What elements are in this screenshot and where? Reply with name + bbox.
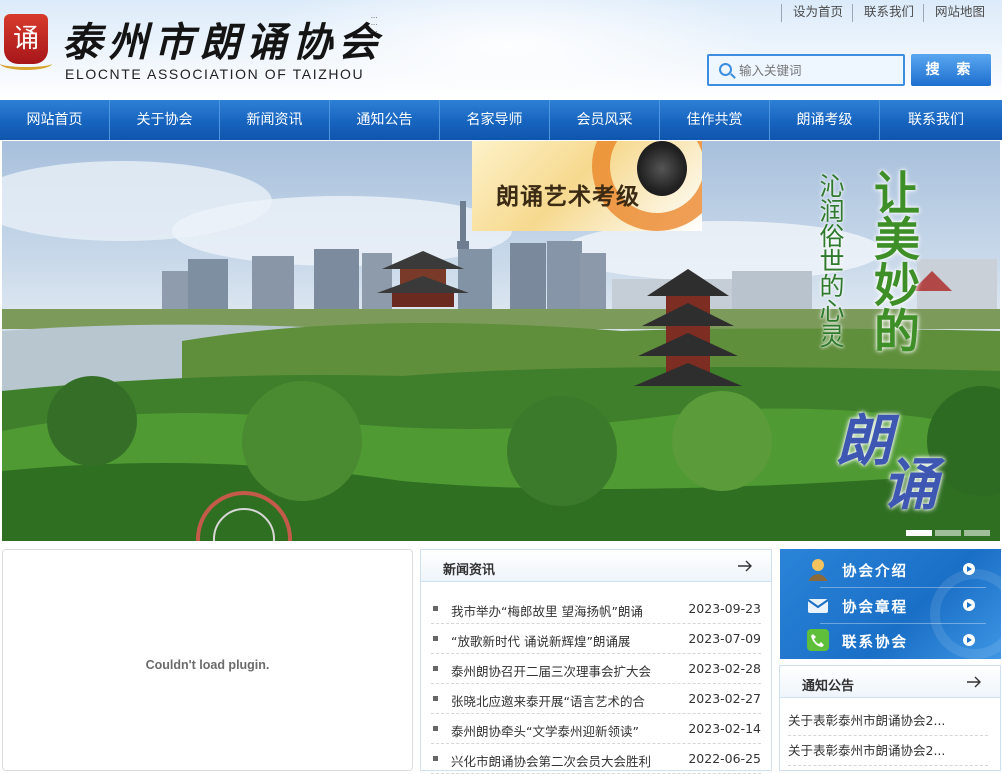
- nav-item-news[interactable]: 新闻资讯: [220, 100, 330, 140]
- banner-slogan-char-2: 诵: [882, 452, 938, 518]
- news-item[interactable]: 我市举办“梅郎故里 望海扬帆”朗诵 2023-09-23: [431, 594, 761, 624]
- site-map-link[interactable]: 网站地图: [922, 4, 994, 22]
- arrow-right-icon[interactable]: [737, 559, 753, 573]
- bullet-icon: [433, 726, 438, 731]
- logo-chinese-name: 泰州市朗诵协会: [62, 19, 384, 66]
- news-item-date: 2023-09-23: [688, 601, 761, 616]
- quick-links: 协会介绍 协会章程 联系协会: [780, 549, 1001, 659]
- logo-calligraphy-mark: ⋮⋮⋮: [370, 14, 378, 35]
- news-item-date: 2023-02-27: [688, 691, 761, 706]
- news-item-date: 2022-06-25: [688, 751, 761, 766]
- news-panel-title: 新闻资讯: [443, 563, 496, 578]
- slide-dot-2[interactable]: [935, 530, 961, 536]
- quick-link-charter[interactable]: 协会章程: [780, 589, 1001, 623]
- news-item[interactable]: 泰州朗协牵头“文学泰州迎新领读” 2023-02-14: [431, 714, 761, 744]
- nav-item-mentors[interactable]: 名家导师: [440, 100, 550, 140]
- arrow-right-icon[interactable]: [966, 675, 982, 689]
- news-list: 我市举办“梅郎故里 望海扬帆”朗诵 2023-09-23 “放歌新时代 诵说新辉…: [431, 594, 761, 774]
- search-box: [707, 54, 905, 86]
- news-item-date: 2023-07-09: [688, 631, 761, 646]
- chevron-right-icon: [963, 634, 975, 646]
- search-input[interactable]: [739, 59, 899, 81]
- contact-us-link[interactable]: 联系我们: [851, 4, 923, 22]
- bullet-icon: [433, 606, 438, 611]
- banner-poem-line: 沁润俗世的心灵: [816, 173, 845, 348]
- nav-item-home[interactable]: 网站首页: [0, 100, 110, 140]
- quick-link-contact[interactable]: 联系协会: [780, 624, 1001, 658]
- nav-item-contact[interactable]: 联系我们: [880, 100, 992, 140]
- envelope-icon: [807, 599, 829, 613]
- news-panel: 新闻资讯 我市举办“梅郎故里 望海扬帆”朗诵 2023-09-23 “放歌新时代…: [420, 549, 772, 774]
- logo-seal: 诵: [0, 14, 52, 70]
- news-item[interactable]: 张晓北应邀来泰开展“语言艺术的合 2023-02-27: [431, 684, 761, 714]
- set-homepage-link[interactable]: 设为首页: [780, 4, 852, 22]
- slide-dot-3[interactable]: [964, 530, 990, 536]
- slide-indicators: [906, 530, 990, 536]
- site-header: 诵 泰州市朗诵协会 ⋮⋮⋮ ELOCNTE ASSOCIATION OF TAI…: [0, 0, 1002, 100]
- bullet-icon: [433, 666, 438, 671]
- news-item-title[interactable]: 兴化市朗诵协会第二次会员大会胜利: [451, 751, 681, 770]
- phone-icon: [807, 629, 829, 651]
- bullet-icon: [433, 636, 438, 641]
- chevron-right-icon: [963, 599, 975, 611]
- top-links: 设为首页 联系我们 网站地图: [780, 4, 994, 22]
- nav-item-exam[interactable]: 朗诵考级: [770, 100, 880, 140]
- news-item-title[interactable]: 张晓北应邀来泰开展“语言艺术的合: [451, 691, 681, 710]
- quick-link-label: 联系协会: [842, 635, 908, 651]
- notice-panel-header: 通知公告: [780, 666, 1000, 698]
- notice-panel: 通知公告 关于表彰泰州市朗诵协会2... 关于表彰泰州市朗诵协会2...: [779, 665, 1001, 771]
- nav-item-about[interactable]: 关于协会: [110, 100, 220, 140]
- chevron-right-icon: [963, 563, 975, 575]
- banner-slideshow[interactable]: 朗诵艺术考级 沁润俗世的心灵 让美妙的 朗 诵: [2, 141, 1000, 541]
- search-button[interactable]: 搜 索: [911, 54, 991, 86]
- bullet-icon: [433, 756, 438, 761]
- plugin-error-message: Couldn't load plugin.: [145, 658, 270, 672]
- quick-link-intro[interactable]: 协会介绍: [780, 553, 1001, 587]
- news-item-date: 2023-02-28: [688, 661, 761, 676]
- notice-panel-title: 通知公告: [802, 679, 855, 694]
- news-item-date: 2023-02-14: [688, 721, 761, 736]
- bullet-icon: [433, 696, 438, 701]
- person-icon: [808, 559, 828, 581]
- slide-dot-1[interactable]: [906, 530, 932, 536]
- news-item[interactable]: 泰州朗协召开二届三次理事会扩大会 2023-02-28: [431, 654, 761, 684]
- news-panel-header: 新闻资讯: [421, 550, 771, 582]
- microphone-icon: [637, 141, 687, 196]
- news-item-title[interactable]: “放歌新时代 诵说新辉煌”朗诵展: [451, 631, 681, 650]
- main-nav: 网站首页 关于协会 新闻资讯 通知公告 名家导师 会员风采 佳作共赏 朗诵考级 …: [0, 100, 1002, 140]
- notice-list: 关于表彰泰州市朗诵协会2... 关于表彰泰州市朗诵协会2...: [788, 706, 988, 766]
- plugin-placeholder: Couldn't load plugin.: [2, 549, 413, 771]
- divider: [820, 587, 986, 588]
- nav-item-members[interactable]: 会员风采: [550, 100, 660, 140]
- notice-item[interactable]: 关于表彰泰州市朗诵协会2...: [788, 736, 988, 766]
- banner-slogan: 让美妙的: [867, 169, 921, 353]
- quick-link-label: 协会章程: [842, 600, 908, 616]
- banner-slogan-recite: 朗 诵: [828, 396, 958, 518]
- exam-badge-text: 朗诵艺术考级: [496, 183, 640, 210]
- quick-link-label: 协会介绍: [842, 564, 908, 580]
- search-icon: [719, 63, 732, 76]
- logo-english-name: ELOCNTE ASSOCIATION OF TAIZHOU: [65, 66, 365, 82]
- news-item[interactable]: “放歌新时代 诵说新辉煌”朗诵展 2023-07-09: [431, 624, 761, 654]
- news-item-title[interactable]: 泰州朗协牵头“文学泰州迎新领读”: [451, 721, 681, 740]
- nav-item-notices[interactable]: 通知公告: [330, 100, 440, 140]
- news-item[interactable]: 兴化市朗诵协会第二次会员大会胜利 2022-06-25: [431, 744, 761, 774]
- news-item-title[interactable]: 泰州朗协召开二届三次理事会扩大会: [451, 661, 681, 680]
- news-item-title[interactable]: 我市举办“梅郎故里 望海扬帆”朗诵: [451, 601, 681, 620]
- exam-badge[interactable]: 朗诵艺术考级: [472, 141, 702, 231]
- notice-item[interactable]: 关于表彰泰州市朗诵协会2...: [788, 706, 988, 736]
- nav-item-works[interactable]: 佳作共赏: [660, 100, 770, 140]
